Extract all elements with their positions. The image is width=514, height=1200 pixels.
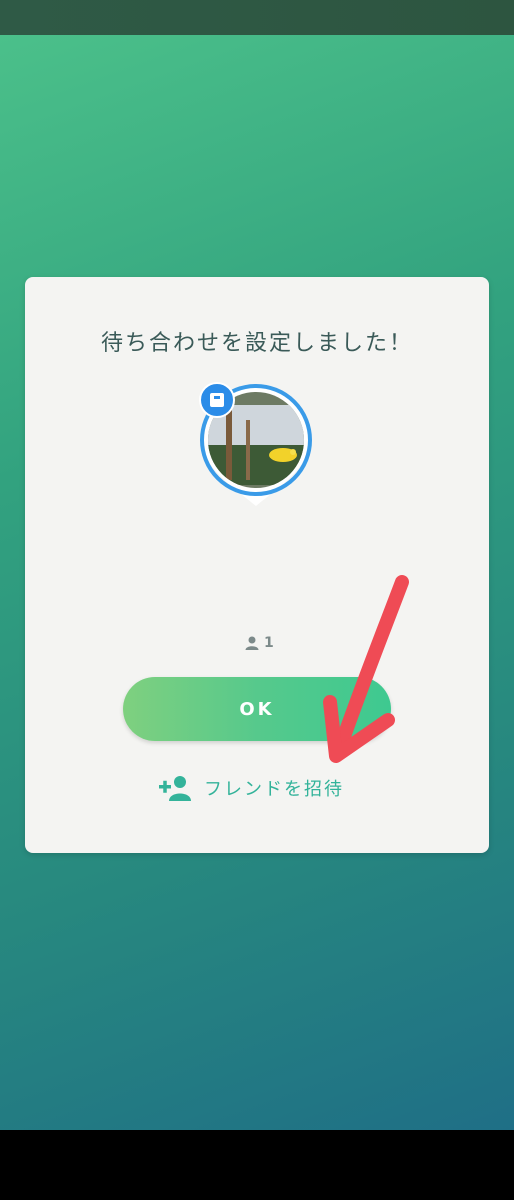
- navigation-bar: [0, 1130, 514, 1200]
- player-count: 1: [244, 632, 274, 654]
- player-count-value: 1: [264, 635, 274, 651]
- invite-friend-button[interactable]: フレンドを招待: [158, 772, 344, 804]
- status-bar: [0, 0, 514, 35]
- dialog-title: 待ち合わせを設定しました！: [100, 331, 413, 356]
- ok-button[interactable]: OK: [123, 677, 391, 741]
- add-friend-icon: [159, 776, 191, 801]
- invite-friend-label: フレンドを招待: [204, 779, 344, 800]
- raid-dialog: [25, 277, 489, 853]
- gym-badge-icon: [199, 382, 235, 418]
- person-icon: [245, 636, 259, 650]
